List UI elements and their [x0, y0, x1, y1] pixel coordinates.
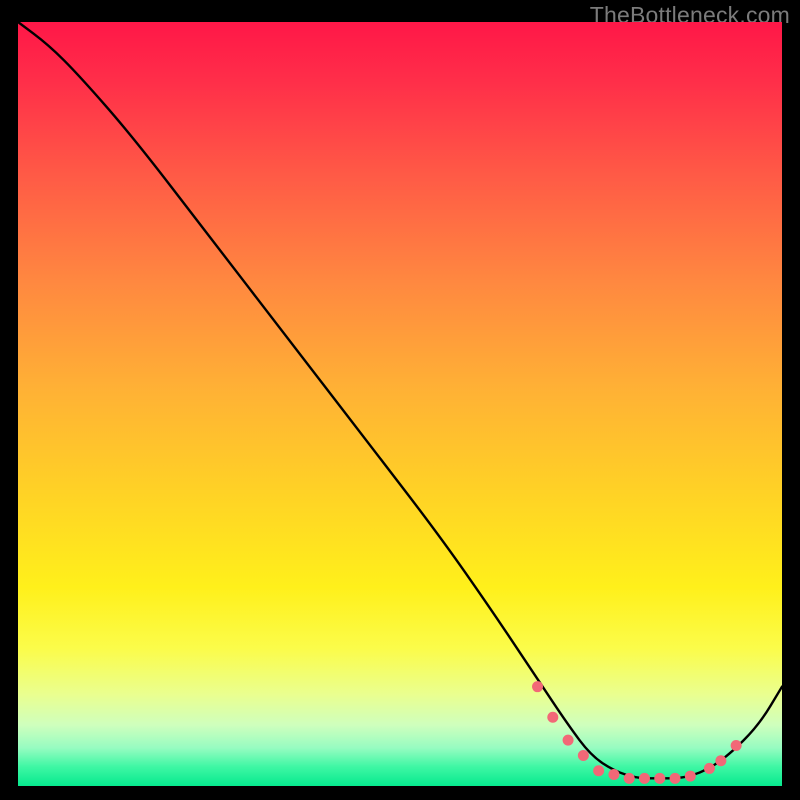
marker-dot — [715, 755, 726, 766]
marker-dot — [578, 750, 589, 761]
marker-dot — [731, 740, 742, 751]
marker-dot — [608, 769, 619, 780]
marker-dot — [704, 763, 715, 774]
marker-dot — [624, 773, 635, 784]
plot-frame — [18, 22, 782, 786]
marker-dot — [654, 773, 665, 784]
marker-dot — [563, 735, 574, 746]
marker-dot — [670, 773, 681, 784]
marker-dot — [639, 773, 650, 784]
marker-group — [532, 681, 742, 784]
plot-overlay — [18, 22, 782, 786]
curve-line — [18, 22, 782, 778]
marker-dot — [547, 712, 558, 723]
marker-dot — [685, 771, 696, 782]
marker-dot — [593, 765, 604, 776]
marker-dot — [532, 681, 543, 692]
